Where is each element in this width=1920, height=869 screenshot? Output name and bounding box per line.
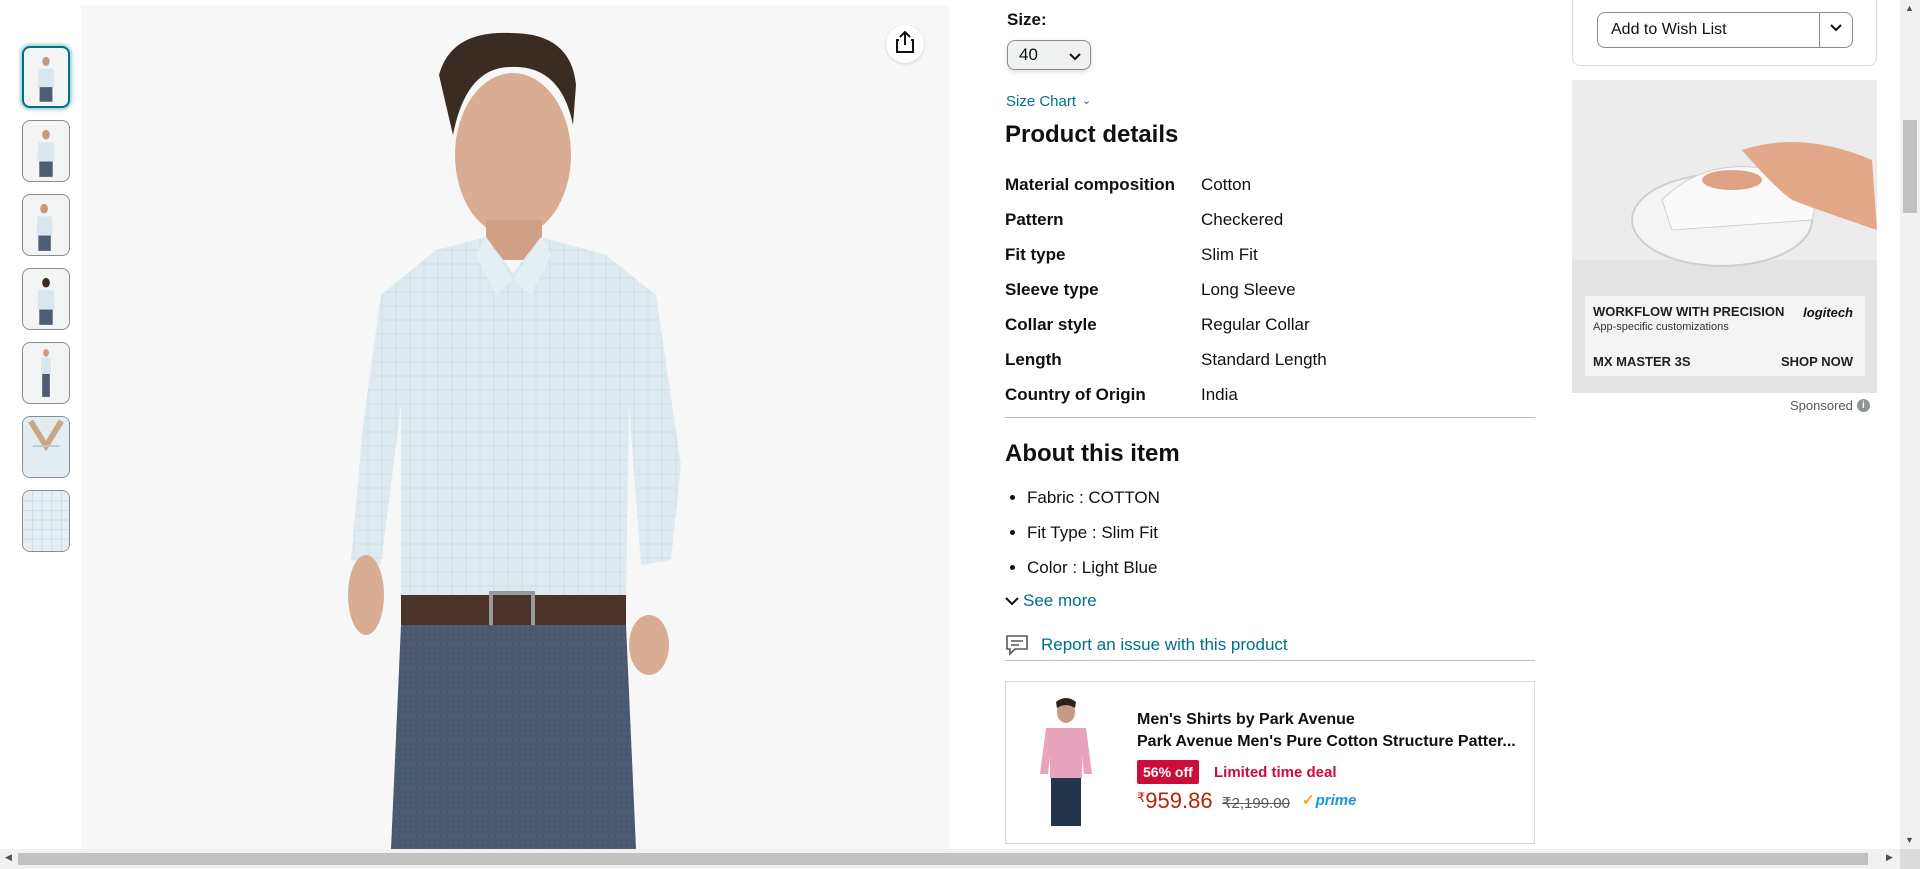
add-to-wishlist-button[interactable]: Add to Wish List [1597, 12, 1853, 48]
list-price: ₹2,199.00 [1222, 795, 1290, 812]
chevron-down-icon [1005, 595, 1019, 607]
chevron-down-icon [1068, 48, 1082, 68]
detail-key: Material composition [1005, 174, 1176, 194]
thumbnail-1[interactable] [22, 46, 70, 108]
scroll-right-icon[interactable]: ▶ [1886, 852, 1893, 863]
ad-banner[interactable]: WORKFLOW WITH PRECISION App-specific cus… [1572, 80, 1877, 393]
ad-product-name: MX MASTER 3S [1593, 354, 1691, 369]
thumbnail-3[interactable] [22, 194, 70, 256]
sponsored-brand[interactable]: Men's Shirts by Park Avenue [1137, 711, 1355, 729]
sponsored-title[interactable]: Park Avenue Men's Pure Cotton Structure … [1137, 733, 1522, 751]
shop-now-button[interactable]: SHOP NOW [1781, 354, 1853, 369]
size-selected-value: 40 [1019, 45, 1038, 64]
table-row: Pattern Checkered [1005, 202, 1327, 237]
share-button[interactable] [886, 25, 924, 63]
product-details-title: Product details [1005, 121, 1179, 148]
vertical-scroll-thumb[interactable] [1903, 120, 1917, 213]
detail-key: Country of Origin [1005, 384, 1146, 404]
list-item: Fabric : COTTON [1027, 482, 1160, 517]
sponsored-product-card[interactable]: Men's Shirts by Park Avenue Park Avenue … [1005, 681, 1535, 844]
table-row: Sleeve type Long Sleeve [1005, 272, 1327, 307]
thumbnail-6[interactable] [22, 416, 70, 478]
size-chart-label: Size Chart [1006, 93, 1077, 110]
list-item: Fit Type : Slim Fit [1027, 517, 1160, 552]
info-icon[interactable]: i [1856, 399, 1870, 412]
discount-badge: 56% off [1137, 760, 1199, 784]
detail-value: Standard Length [1201, 349, 1327, 369]
detail-key: Pattern [1005, 209, 1064, 229]
product-details-table: Material composition Cotton Pattern Checker… [1005, 167, 1327, 412]
vertical-scrollbar[interactable]: ▲ ▼ [1900, 0, 1920, 849]
check-icon: ✓ [1302, 792, 1315, 809]
about-bullets: Fabric : COTTON Fit Type : Slim Fit Colo… [1005, 482, 1160, 587]
ad-headline: WORKFLOW WITH PRECISION [1593, 304, 1785, 319]
detail-value: Regular Collar [1201, 314, 1310, 334]
section-divider [1005, 660, 1535, 661]
detail-key: Length [1005, 349, 1062, 369]
scroll-left-icon[interactable]: ◀ [5, 852, 12, 863]
sponsored-product-image[interactable] [1026, 696, 1106, 828]
ad-text-panel: WORKFLOW WITH PRECISION App-specific cus… [1585, 296, 1865, 376]
chevron-down-icon: ⌄ [1082, 95, 1092, 107]
ad-subline: App-specific customizations [1593, 321, 1729, 333]
see-more-label: See more [1023, 591, 1097, 610]
wishlist-label: Add to Wish List [1611, 21, 1727, 38]
thumbnail-7[interactable] [22, 490, 70, 552]
comment-icon [1005, 634, 1029, 656]
buybox: Add to Wish List [1572, 0, 1877, 66]
logitech-logo: logitech [1803, 305, 1853, 320]
detail-value: Cotton [1201, 174, 1252, 194]
scrollbar-corner [1900, 849, 1920, 869]
price: ₹959.86 [1137, 788, 1213, 814]
deal-label: Limited time deal [1214, 764, 1337, 781]
detail-key: Fit type [1005, 244, 1066, 264]
table-row: Country of Origin India [1005, 377, 1327, 412]
horizontal-scroll-thumb[interactable] [18, 853, 1868, 865]
horizontal-scrollbar[interactable]: ◀ ▶ [0, 849, 1900, 869]
scroll-down-icon[interactable]: ▼ [1905, 835, 1914, 845]
sponsored-label: Sponsored i [1790, 398, 1870, 413]
size-select[interactable]: 40 [1007, 40, 1091, 70]
report-issue-link[interactable]: Report an issue with this product [1005, 634, 1288, 656]
prime-badge: ✓ prime [1302, 791, 1357, 810]
detail-value: Checkered [1201, 209, 1284, 229]
thumbnail-list [22, 46, 72, 564]
about-title: About this item [1005, 440, 1180, 467]
sponsored-text: Sponsored [1790, 398, 1853, 413]
report-issue-label: Report an issue with this product [1041, 635, 1288, 654]
detail-value: Slim Fit [1201, 244, 1258, 264]
table-row: Material composition Cotton [1005, 167, 1327, 202]
table-row: Fit type Slim Fit [1005, 237, 1327, 272]
table-row: Collar style Regular Collar [1005, 307, 1327, 342]
thumbnail-4[interactable] [22, 268, 70, 330]
see-more-link[interactable]: See more [1005, 591, 1097, 611]
detail-value: India [1201, 384, 1238, 404]
section-divider [1005, 417, 1535, 418]
table-row: Length Standard Length [1005, 342, 1327, 377]
chevron-down-icon [1829, 21, 1843, 39]
size-chart-link[interactable]: Size Chart ⌄ [1006, 93, 1091, 110]
detail-key: Sleeve type [1005, 279, 1099, 299]
model-figure [348, 32, 681, 849]
main-product-image[interactable] [81, 5, 950, 849]
thumbnail-2[interactable] [22, 120, 70, 182]
prime-label: prime [1315, 791, 1357, 809]
size-label: Size: [1007, 10, 1047, 29]
detail-value: Long Sleeve [1201, 279, 1296, 299]
share-icon [894, 30, 916, 59]
list-item: Color : Light Blue [1027, 552, 1160, 587]
scroll-up-icon[interactable]: ▲ [1905, 3, 1914, 13]
thumbnail-5[interactable] [22, 342, 70, 404]
detail-key: Collar style [1005, 314, 1097, 334]
price-value: 959.86 [1145, 788, 1213, 813]
wishlist-dropdown-button[interactable] [1819, 13, 1852, 47]
